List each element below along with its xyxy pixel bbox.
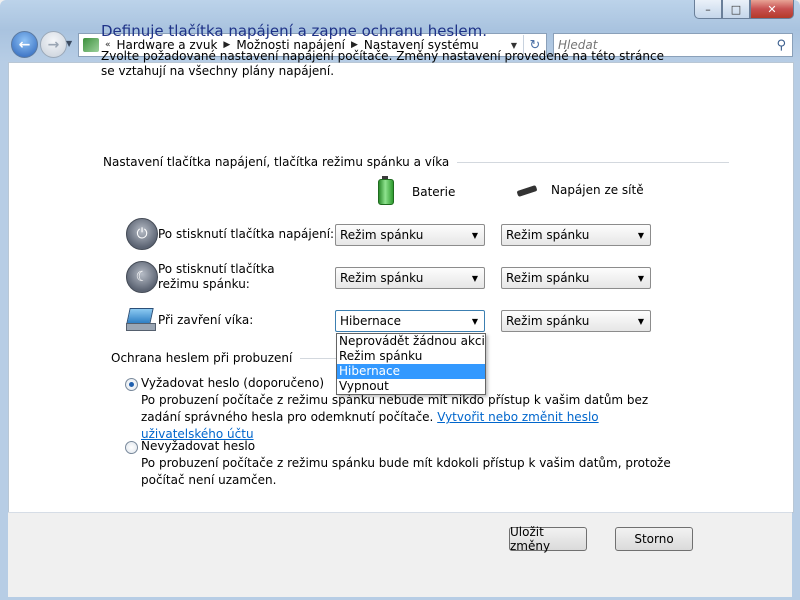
lid-close-battery-select[interactable]: Hibernace ▼ <box>335 310 485 332</box>
no-password-description: Po probuzení počítače z režimu spánku bu… <box>141 456 671 487</box>
chevron-down-icon: ▼ <box>471 316 478 326</box>
password-section-header: Ochrana heslem při probuzení <box>111 351 359 365</box>
sleep-button-ac-select[interactable]: Režim spánku ▼ <box>501 267 651 289</box>
power-button-battery-select[interactable]: Režim spánku ▼ <box>335 224 485 246</box>
ac-column-header: Napájen ze sítě <box>513 183 644 197</box>
footer-panel <box>8 512 792 597</box>
select-value: Režim spánku <box>340 271 424 285</box>
sleep-button-label: Po stisknutí tlačítka režimu spánku: <box>158 262 275 291</box>
sleep-button-battery-select[interactable]: Režim spánku ▼ <box>335 267 485 289</box>
arrow-right-icon: → <box>47 36 60 53</box>
caption-buttons: – □ ✕ <box>694 0 794 19</box>
maximize-button[interactable]: □ <box>722 0 750 19</box>
battery-column-label: Baterie <box>412 185 456 199</box>
chevron-down-icon: ▼ <box>637 230 644 240</box>
require-password-label[interactable]: Vyžadovat heslo (doporučeno) <box>141 375 324 392</box>
minimize-button[interactable]: – <box>694 0 722 19</box>
chevron-down-icon: ▼ <box>471 230 478 240</box>
dropdown-option[interactable]: Režim spánku <box>337 349 485 364</box>
radio-selected-dot <box>129 382 134 387</box>
dropdown-option[interactable]: Neprovádět žádnou akci <box>337 334 485 349</box>
power-button-ac-select[interactable]: Režim spánku ▼ <box>501 224 651 246</box>
cancel-button[interactable]: Storno <box>615 527 693 551</box>
forward-button[interactable]: → <box>40 31 67 58</box>
search-icon[interactable]: ⚲ <box>776 38 786 53</box>
ac-column-label: Napájen ze sítě <box>551 183 644 197</box>
select-value: Režim spánku <box>506 271 590 285</box>
dropdown-option[interactable]: Vypnout <box>337 379 485 394</box>
sleep-button-icon: ☾ <box>126 261 158 293</box>
intro-text: Zvolte požadované nastavení napájení poč… <box>101 49 664 78</box>
require-password-radio[interactable] <box>125 378 138 391</box>
power-plug-icon <box>513 185 543 197</box>
section-title: Nastavení tlačítka napájení, tlačítka re… <box>103 155 450 169</box>
chevron-down-icon: ▼ <box>637 273 644 283</box>
buttons-section-header: Nastavení tlačítka napájení, tlačítka re… <box>103 155 730 169</box>
page-title: Definuje tlačítka napájení a zapne ochra… <box>101 22 488 40</box>
select-value: Hibernace <box>340 314 402 328</box>
no-password-radio[interactable] <box>125 441 138 454</box>
chevron-down-icon: ▼ <box>637 316 644 326</box>
close-button[interactable]: ✕ <box>750 0 794 19</box>
section-title: Ochrana heslem při probuzení <box>111 351 293 365</box>
dropdown-option-selected[interactable]: Hibernace <box>337 364 485 379</box>
battery-column-header: Baterie <box>378 176 456 205</box>
lid-close-ac-select[interactable]: Režim spánku ▼ <box>501 310 651 332</box>
power-button-label: Po stisknutí tlačítka napájení: <box>158 227 335 241</box>
recent-pages-dropdown[interactable]: ▼ <box>66 39 72 48</box>
require-password-description: Po probuzení počítače z režimu spánku ne… <box>141 392 661 443</box>
select-value: Režim spánku <box>506 314 590 328</box>
back-button[interactable]: ← <box>11 31 38 58</box>
divider <box>457 161 730 163</box>
select-value: Režim spánku <box>506 228 590 242</box>
select-value: Režim spánku <box>340 228 424 242</box>
laptop-lid-icon <box>126 306 156 332</box>
control-panel-icon <box>83 38 99 52</box>
save-changes-button[interactable]: Uložit změny <box>509 525 587 553</box>
no-password-label[interactable]: Nevyžadovat heslo <box>141 438 255 455</box>
lid-close-dropdown-list: Neprovádět žádnou akci Režim spánku Hibe… <box>336 333 486 395</box>
power-button-icon: ⏻ <box>126 218 158 250</box>
chevron-down-icon: ▼ <box>471 273 478 283</box>
arrow-left-icon: ← <box>18 36 31 53</box>
battery-icon <box>378 176 394 205</box>
lid-close-label: Při zavření víka: <box>158 313 254 327</box>
